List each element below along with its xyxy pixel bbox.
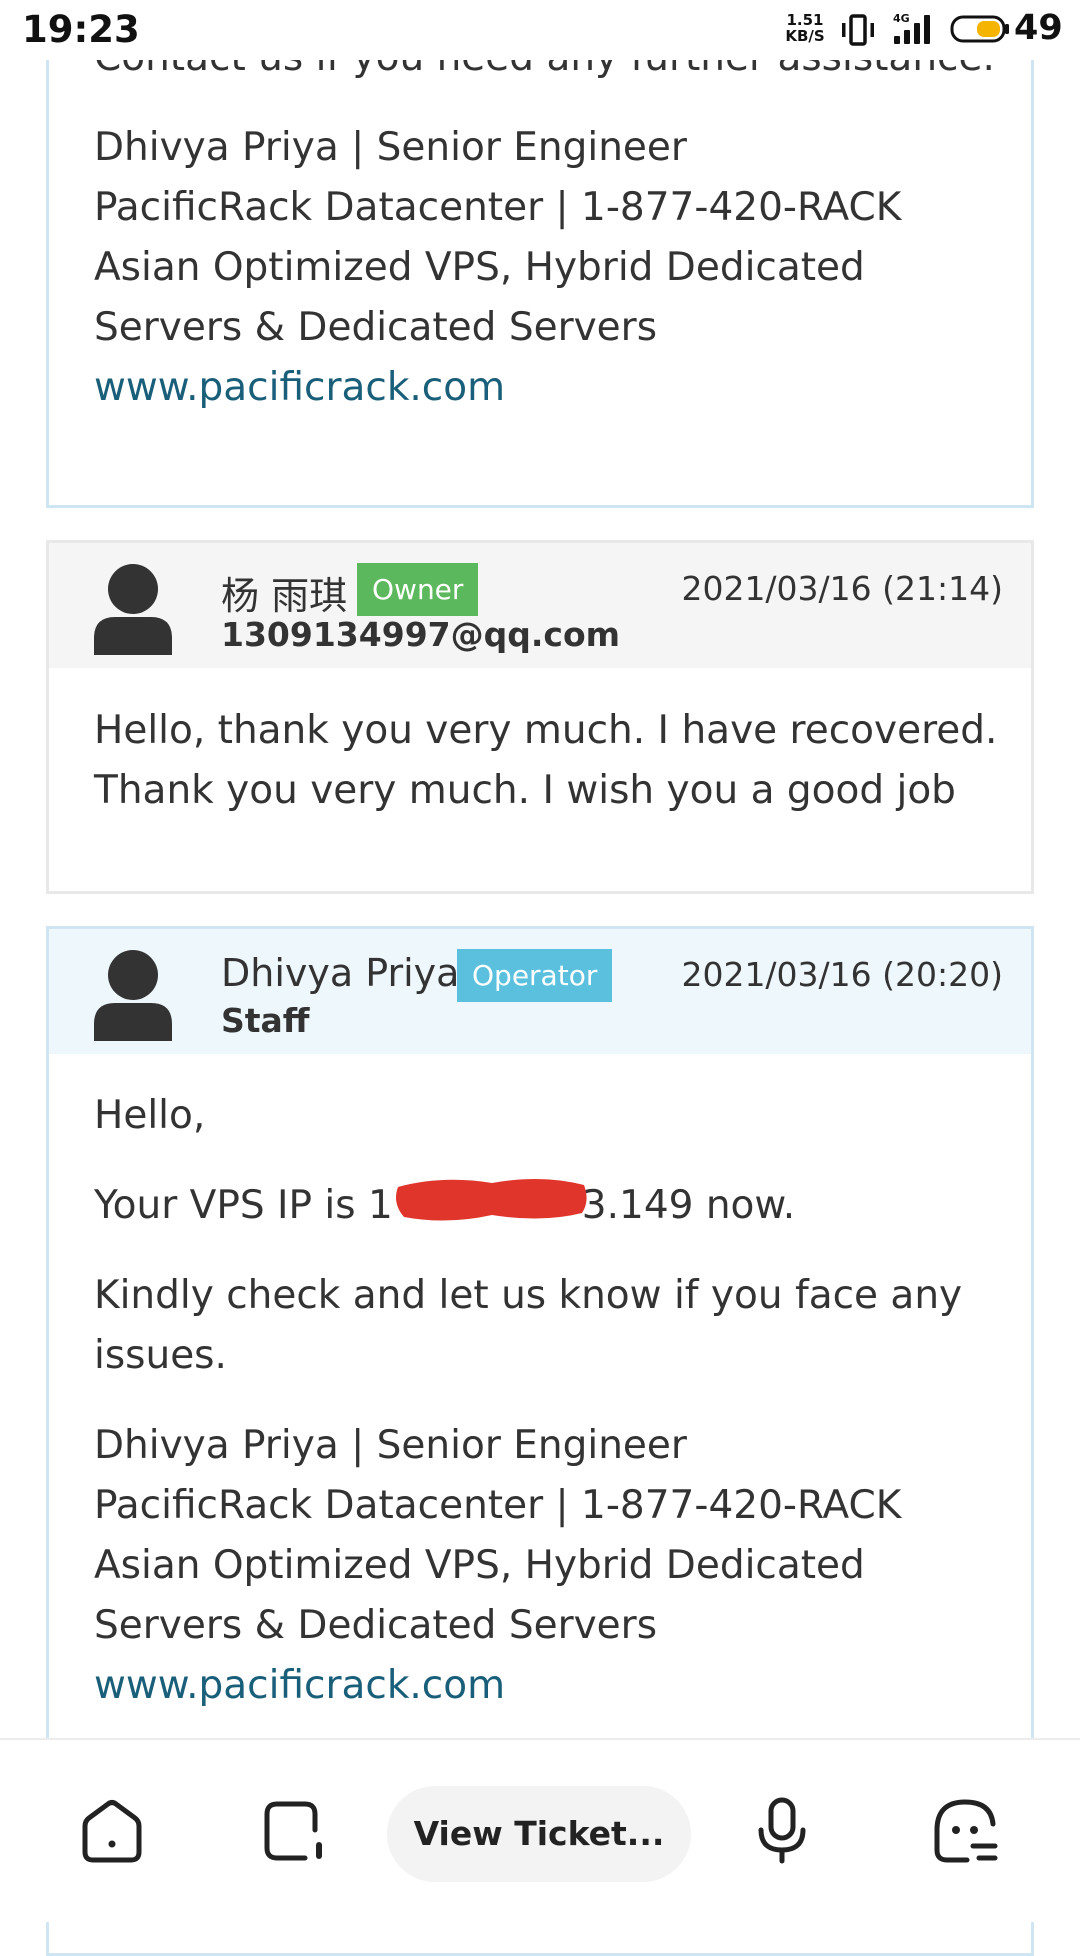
- message-line: Kindly check and let us know if you face…: [94, 1273, 963, 1318]
- reply-header: 杨 雨琪 Owner 1309134997@qq.com 2021/03/16 …: [49, 543, 1031, 668]
- battery-icon: [950, 15, 1009, 43]
- ip-line-suffix: 3.149 now.: [581, 1183, 796, 1228]
- ip-line-prefix: Your VPS IP is 1: [94, 1183, 393, 1228]
- message-line: Hello, thank you very much. I have recov…: [94, 708, 998, 753]
- reply-card-owner: 杨 雨琪 Owner 1309134997@qq.com 2021/03/16 …: [46, 540, 1034, 894]
- network-speed-unit: KB/S: [785, 27, 825, 45]
- network-type-label: 4G: [893, 12, 910, 25]
- reply-date: 2021/03/16 (20:20): [681, 955, 1003, 994]
- battery-level: 49: [1014, 8, 1063, 48]
- network-speed-value: 1.51: [786, 11, 824, 29]
- user-avatar-icon: [94, 564, 172, 655]
- home-icon[interactable]: [77, 1796, 147, 1866]
- poster-email: 1309134997@qq.com: [221, 615, 621, 654]
- website-link[interactable]: www.pacificrack.com: [94, 358, 505, 418]
- redaction-scribble: [396, 1178, 587, 1221]
- status-time: 19:23: [22, 8, 140, 51]
- signature-line: Servers & Dedicated Servers: [94, 305, 658, 350]
- message-greeting: Hello,: [94, 1093, 206, 1138]
- signal-icon: 4G: [893, 12, 930, 44]
- operator-badge: Operator: [457, 949, 613, 1002]
- signature-line: Asian Optimized VPS, Hybrid Dedicated: [94, 1543, 865, 1588]
- poster-name: Dhivya Priya: [221, 951, 460, 995]
- network-speed: 1.51 KB/S: [782, 12, 828, 44]
- signature-line: Dhivya Priya | Senior Engineer: [94, 1423, 687, 1468]
- signature-line: Dhivya Priya | Senior Engineer: [94, 125, 687, 170]
- vibrate-icon: [842, 14, 874, 46]
- signature-line: Servers & Dedicated Servers: [94, 1603, 658, 1648]
- signature-line: Asian Optimized VPS, Hybrid Dedicated: [94, 245, 865, 290]
- tabs-icon[interactable]: [259, 1796, 329, 1866]
- signature-line: PacificRack Datacenter | 1-877-420-RACK: [94, 185, 902, 230]
- bottom-navigation-bar: View Ticket...: [0, 1738, 1080, 1922]
- owner-badge: Owner: [357, 563, 479, 616]
- reply-header: Dhivya Priya Operator Staff 2021/03/16 (…: [49, 929, 1031, 1054]
- reply-date: 2021/03/16 (21:14): [681, 569, 1003, 608]
- signature-line: PacificRack Datacenter | 1-877-420-RACK: [94, 1483, 902, 1528]
- user-avatar-icon: [94, 950, 172, 1041]
- poster-name: 杨 雨琪: [221, 574, 348, 618]
- message-line: Thank you very much. I wish you a good j…: [94, 768, 956, 813]
- assistant-icon[interactable]: [929, 1796, 999, 1866]
- poster-role: Staff: [221, 1001, 310, 1040]
- reply-card-previous: Contact us if you need any further assis…: [46, 0, 1034, 508]
- microphone-icon[interactable]: [747, 1796, 817, 1866]
- message-line: issues.: [94, 1333, 227, 1378]
- website-link[interactable]: www.pacificrack.com: [94, 1656, 505, 1716]
- address-bar-title[interactable]: View Ticket...: [387, 1786, 691, 1882]
- status-bar: 19:23 1.51 KB/S 4G 49: [0, 0, 1080, 60]
